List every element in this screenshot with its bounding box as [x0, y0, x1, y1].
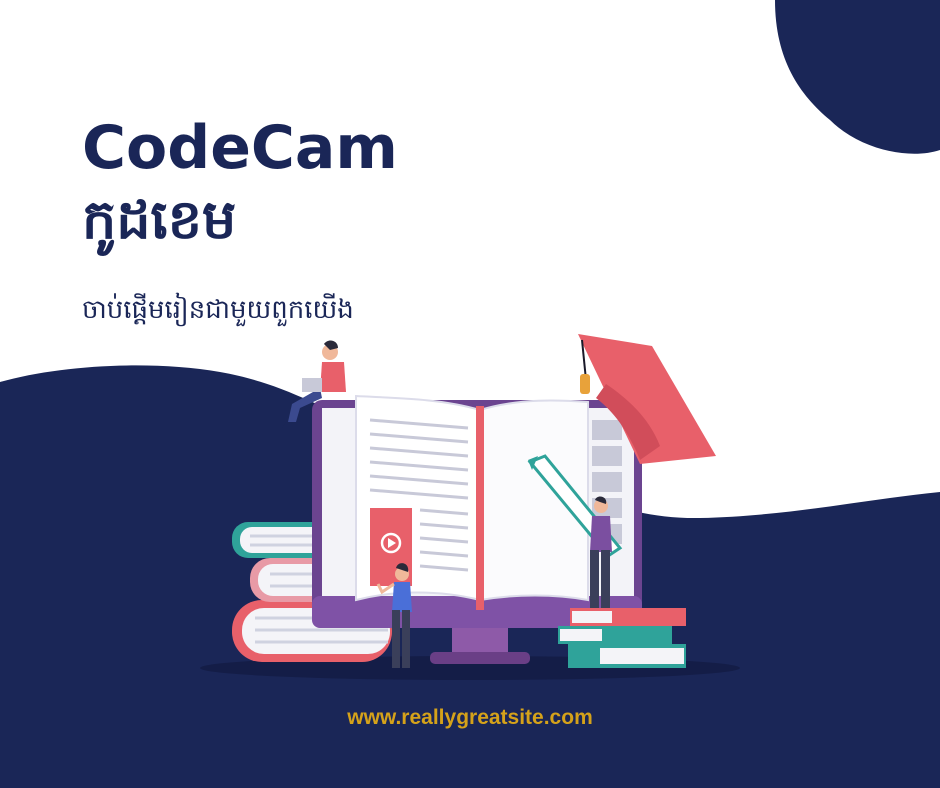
book-stack-right-icon	[558, 608, 686, 668]
e-learning-illustration	[200, 334, 740, 680]
open-book-icon	[355, 394, 589, 610]
website-link[interactable]: www.reallygreatsite.com	[0, 706, 940, 730]
